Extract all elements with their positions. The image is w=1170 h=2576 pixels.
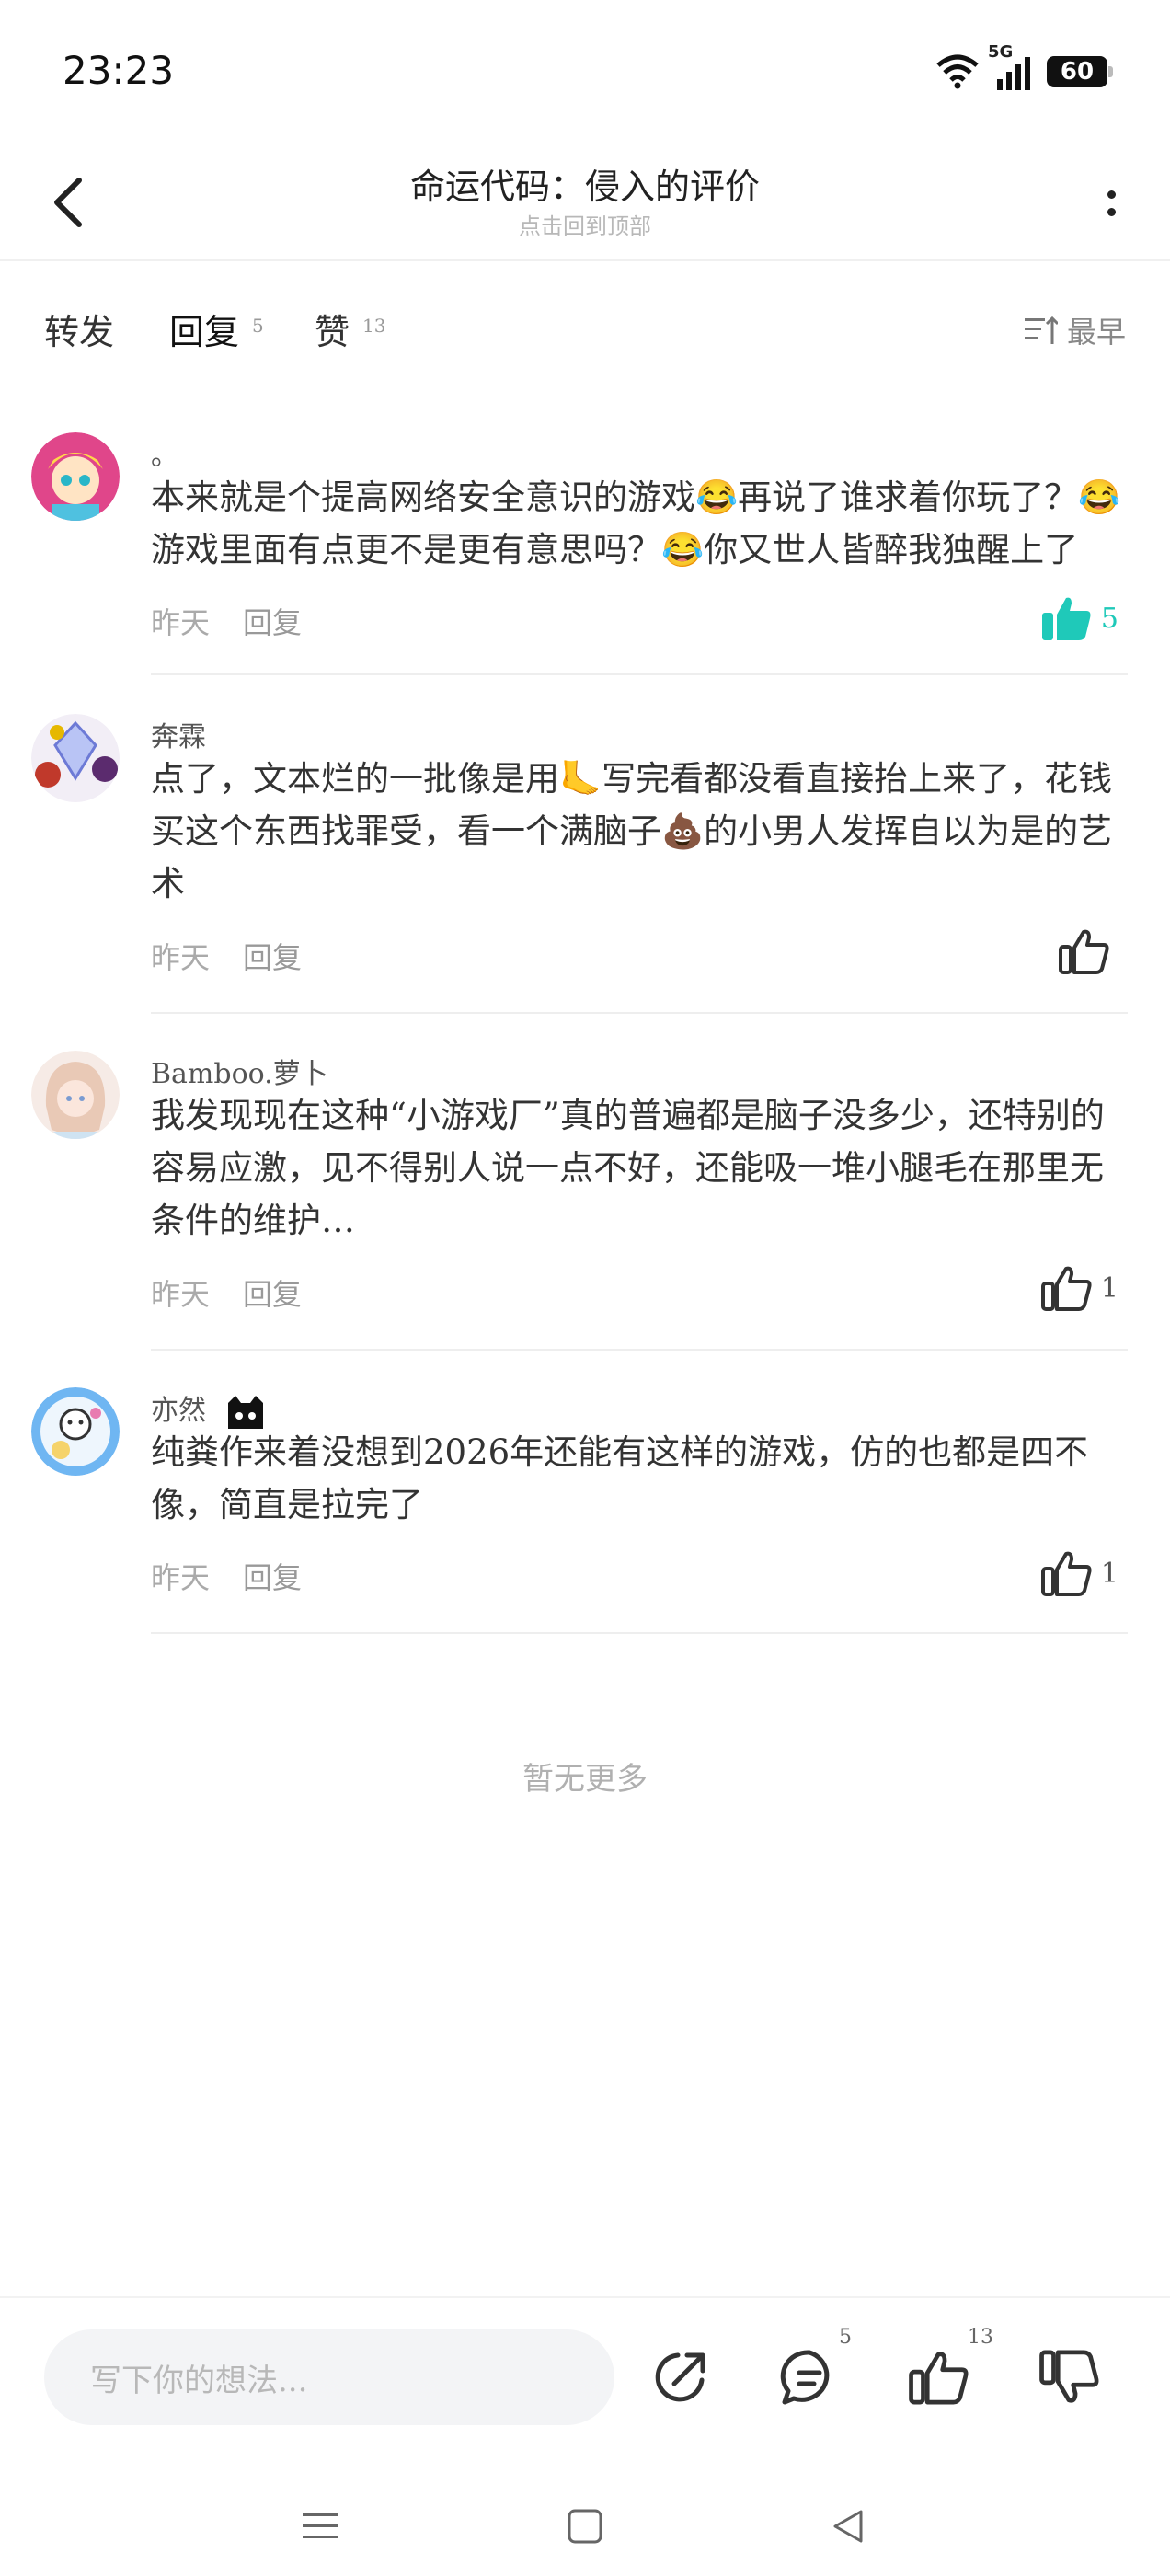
tab-repost[interactable]: 转发 [44, 304, 114, 354]
comment-time: 昨天 [151, 1560, 211, 1595]
status-time: 23:23 [63, 48, 175, 93]
tab-count: 5 [252, 315, 264, 337]
like-count-badge: 13 [968, 2326, 993, 2349]
more-icon-dot [1107, 208, 1116, 216]
more-icon [1107, 190, 1116, 199]
status-icons: 5G 60 [935, 42, 1113, 90]
comment-meta: 昨天 回复 [151, 1271, 302, 1314]
tab-label: 赞 [315, 312, 350, 352]
comment-time: 昨天 [151, 605, 211, 640]
status-bar: 23:23 5G 60 [0, 0, 1170, 147]
avatar-image [31, 714, 120, 802]
comment-body: 点了，文本烂的一批像是用🦶写完看都没看直接抬上来了，花钱买这个东西找罪受，看一个… [151, 759, 1113, 903]
comment-meta: 昨天 回复 [151, 1555, 302, 1597]
dislike-icon [1039, 2350, 1099, 2403]
battery-indicator: 60 [1047, 56, 1113, 87]
signal-indicator: 5G [988, 42, 1034, 90]
reply-button[interactable]: 回复 [243, 605, 302, 640]
share-icon [655, 2352, 705, 2402]
no-more-text: 暂无更多 [522, 1761, 648, 1798]
tab-replies[interactable]: 回复 5 [169, 304, 264, 360]
sort-button[interactable]: 最早 [1024, 309, 1126, 351]
avatar[interactable] [31, 1051, 120, 1139]
comment-author[interactable]: 奔霖 [151, 714, 206, 754]
avatar[interactable] [31, 1387, 120, 1476]
comment-meta: 昨天 回复 [151, 935, 302, 977]
comment-author[interactable]: 。 [151, 432, 178, 473]
recent-apps-button[interactable] [292, 2499, 348, 2554]
like-icon [1040, 1551, 1092, 1596]
like-post-button[interactable] [903, 2342, 973, 2412]
wifi-icon [936, 54, 979, 89]
like-icon [1040, 1266, 1092, 1311]
comment-icon [780, 2350, 830, 2405]
avatar-image [31, 432, 120, 521]
dislike-button[interactable] [1034, 2342, 1104, 2412]
home-button[interactable] [557, 2499, 613, 2554]
like-icon [909, 2352, 969, 2405]
comment-body: 我发现现在这种“小游戏厂”真的普遍都是脑子没多少，还特别的容易应激，见不得别人说… [151, 1096, 1105, 1240]
comment-input[interactable]: 写下你的想法... [44, 2329, 614, 2425]
menu-icon [303, 2513, 338, 2538]
like-icon [1041, 597, 1091, 640]
tab-likes[interactable]: 赞 13 [315, 304, 385, 354]
more-button[interactable] [1093, 171, 1130, 236]
comment-body: 纯粪作来着没想到2026年还能有这样的游戏，仿的也都是四不像，简直是拉完了 [151, 1432, 1089, 1524]
divider [151, 1012, 1128, 1014]
bottom-action-bar: 写下你的想法... 5 13 [0, 2296, 1170, 2462]
comment-meta: 昨天 回复 [151, 600, 302, 642]
comment-button[interactable] [774, 2342, 844, 2412]
sort-label: 最早 [1066, 315, 1126, 350]
tab-count: 13 [362, 315, 386, 337]
tab-bar: 转发 回复 5 赞 13 最早 [0, 276, 1170, 386]
avatar[interactable] [31, 432, 120, 521]
cat-badge-icon [227, 1396, 263, 1429]
comment-time: 昨天 [151, 940, 211, 975]
comment-author[interactable]: Bamboo.萝卜 [151, 1051, 328, 1091]
divider [151, 673, 1128, 675]
comment-author[interactable]: 亦然 [151, 1395, 206, 1427]
system-nav-bar [0, 2462, 1170, 2576]
comment-time: 昨天 [151, 1277, 211, 1312]
like-button[interactable] [1058, 927, 1118, 975]
share-button[interactable] [646, 2342, 716, 2412]
like-count: 1 [1100, 1271, 1118, 1305]
page-title: 命运代码：侵入的评价 [409, 167, 760, 207]
divider [151, 1349, 1128, 1351]
reply-button[interactable]: 回复 [243, 940, 302, 975]
header: 命运代码：侵入的评价 点击回到顶部 [0, 147, 1170, 261]
comment-body: 本来就是个提高网络安全意识的游戏😂再说了谁求着你玩了？😂游戏里面有点更不是更有意… [151, 477, 1121, 569]
reply-count-badge: 5 [839, 2326, 852, 2349]
avatar-image [31, 1387, 120, 1476]
sort-icon [1024, 316, 1058, 344]
like-count: 1 [1100, 1557, 1118, 1590]
like-icon [1059, 929, 1109, 974]
avatar[interactable] [31, 714, 120, 802]
reply-button[interactable]: 回复 [243, 1560, 302, 1595]
reply-button[interactable]: 回复 [243, 1277, 302, 1312]
like-count: 5 [1100, 602, 1118, 635]
home-icon [568, 2509, 602, 2544]
back-nav-icon [833, 2510, 863, 2543]
scroll-to-top-hint[interactable]: 点击回到顶部 [0, 208, 1170, 240]
avatar-image [31, 1051, 120, 1139]
like-button[interactable]: 1 [1040, 1549, 1118, 1597]
like-button[interactable]: 5 [1040, 594, 1118, 642]
system-back-button[interactable] [820, 2499, 876, 2554]
divider [151, 1632, 1128, 1634]
comment-author-row: 亦然 [151, 1387, 267, 1429]
network-type: 5G [988, 42, 1014, 62]
tab-label: 转发 [44, 312, 115, 352]
like-button[interactable]: 1 [1040, 1264, 1118, 1312]
tab-label: 回复 [169, 312, 240, 352]
tab-label-wrap: 回复 [169, 304, 240, 360]
